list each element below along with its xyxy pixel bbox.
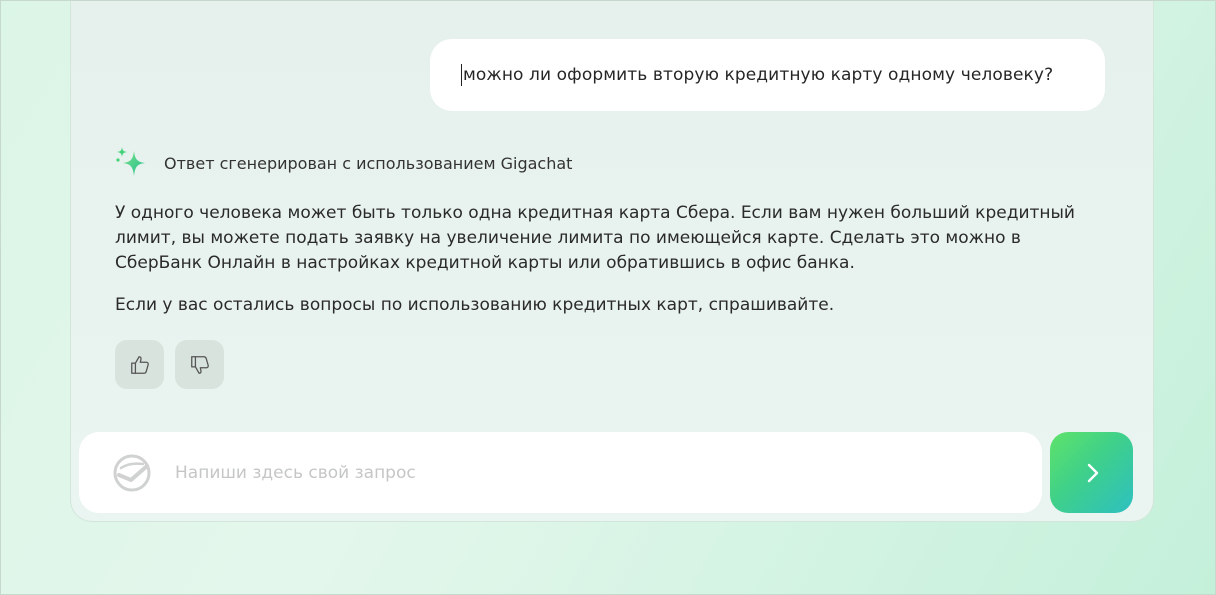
answer-paragraph: Если у вас остались вопросы по использов… xyxy=(115,295,835,315)
send-button[interactable] xyxy=(1050,432,1133,513)
generated-note: Ответ сгенерирован с использованием Giga… xyxy=(114,145,572,181)
text-caret xyxy=(461,64,462,86)
dislike-button[interactable] xyxy=(175,340,224,389)
query-input-bar xyxy=(79,432,1042,513)
thumbs-up-icon xyxy=(130,355,149,374)
sber-logo-icon xyxy=(113,454,151,491)
generated-note-text: Ответ сгенерирован с использованием Giga… xyxy=(164,153,573,173)
thumbs-down-icon xyxy=(190,355,209,374)
query-input[interactable] xyxy=(173,461,997,484)
user-message-bubble: можно ли оформить вторую кредитную карту… xyxy=(430,39,1105,111)
chevron-right-icon xyxy=(1087,463,1098,482)
like-button[interactable] xyxy=(115,340,164,389)
assistant-answer: У одного человека может быть только одна… xyxy=(115,201,1105,335)
sparkle-icon xyxy=(116,147,145,176)
user-message-text: можно ли оформить вторую кредитную карту… xyxy=(463,65,1054,85)
answer-paragraph: У одного человека может быть только одна… xyxy=(115,203,1075,273)
